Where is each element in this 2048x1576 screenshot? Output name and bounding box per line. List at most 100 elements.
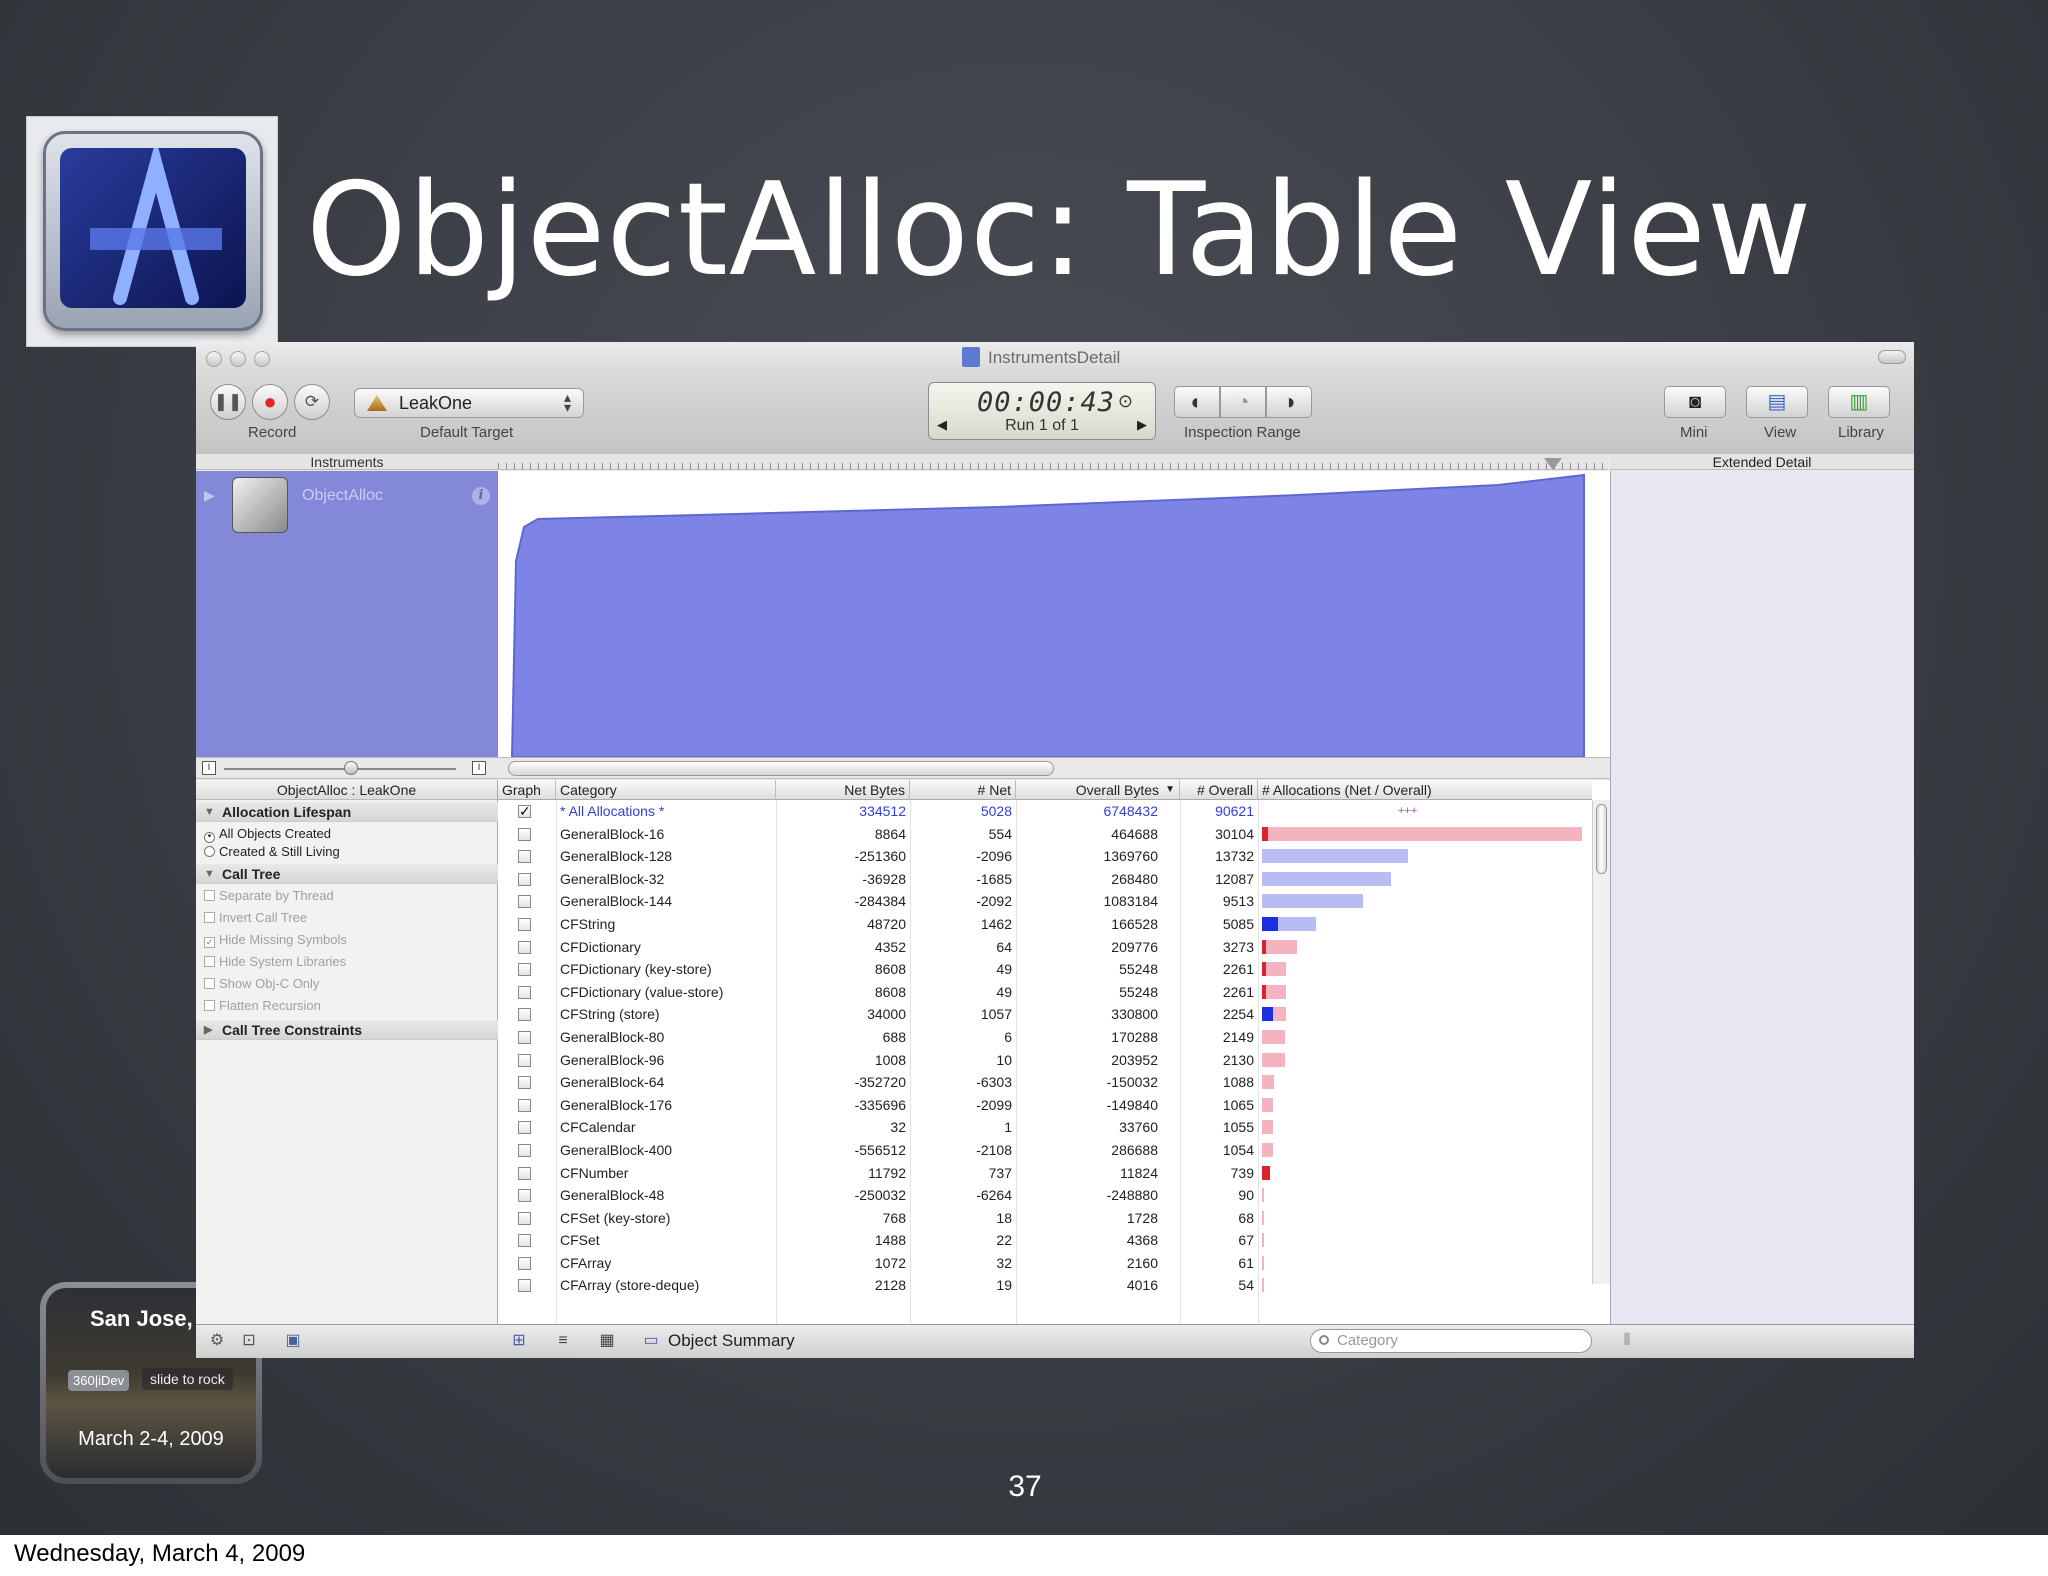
table-row[interactable]: CFString (store) 34000 1057 330800 2254 — [498, 1003, 1592, 1026]
radio-created-still-living[interactable]: Created & Still Living — [204, 844, 340, 859]
library-button[interactable]: ▥ — [1828, 386, 1890, 418]
resize-grip-icon[interactable]: ⦀ — [1614, 1329, 1640, 1353]
table-row[interactable]: GeneralBlock-176 -335696 -2099 -149840 1065 — [498, 1094, 1592, 1117]
table-row[interactable]: CFDictionary 4352 64 209776 3273 — [498, 936, 1592, 959]
graph-checkbox[interactable] — [518, 1234, 531, 1248]
next-run-button[interactable]: ▶ — [1137, 417, 1147, 433]
section-allocation-lifespan[interactable]: ▼ Allocation Lifespan — [196, 802, 498, 822]
inspection-clear-button[interactable]: ◔ — [1220, 386, 1266, 418]
outline-view-icon[interactable]: ≡ — [550, 1329, 576, 1353]
section-call-tree[interactable]: ▼ Call Tree — [196, 864, 498, 884]
table-row[interactable]: GeneralBlock-144 -284384 -2092 1083184 9513 — [498, 890, 1592, 913]
table-row[interactable]: CFArray (store-deque) 2128 19 4016 54 — [498, 1274, 1592, 1297]
zoom-out-icon[interactable]: I — [202, 761, 216, 775]
column-header-net[interactable]: # Net — [910, 780, 1016, 800]
graph-checkbox[interactable] — [518, 1143, 531, 1157]
graph-checkbox[interactable] — [518, 1053, 531, 1067]
table-row[interactable]: GeneralBlock-80 688 6 170288 2149 — [498, 1026, 1592, 1049]
capture-icon[interactable]: ⊡ — [236, 1329, 262, 1353]
table-row[interactable]: GeneralBlock-16 8864 554 464688 30104 — [498, 823, 1592, 846]
extended-detail-toggle-icon[interactable]: ▭ — [638, 1329, 664, 1353]
zoom-slider-knob[interactable] — [344, 761, 358, 775]
minimize-window-button[interactable] — [230, 351, 246, 367]
zoom-window-button[interactable] — [254, 351, 270, 367]
graph-checkbox[interactable] — [518, 895, 531, 909]
graph-checkbox[interactable] — [518, 940, 531, 954]
checkbox-separate-by-thread[interactable]: Separate by Thread — [204, 888, 334, 903]
table-row[interactable]: GeneralBlock-64 -352720 -6303 -150032 1088 — [498, 1071, 1592, 1094]
graph-checkbox[interactable] — [518, 1211, 531, 1225]
checkbox-hide-system-libraries[interactable]: Hide System Libraries — [204, 954, 346, 969]
allocation-graph[interactable] — [498, 471, 1908, 757]
graph-checkbox[interactable] — [518, 1256, 531, 1270]
table-row[interactable]: ✓ * All Allocations * 334512 5028 6748432 906… — [498, 800, 1592, 823]
table-row[interactable]: CFCalendar 32 1 33760 1055 — [498, 1116, 1592, 1139]
table-row[interactable]: CFSet 1488 22 4368 67 — [498, 1229, 1592, 1252]
mini-button[interactable]: ◙ — [1664, 386, 1726, 418]
table-view-icon[interactable]: ⊞ — [506, 1329, 532, 1353]
graph-checkbox[interactable] — [518, 827, 531, 841]
inspection-end-button[interactable]: ◑ — [1266, 386, 1312, 418]
record-button[interactable]: ● — [252, 384, 288, 420]
target-popup[interactable]: LeakOne ▴ ▾ — [354, 388, 584, 418]
graph-checkbox[interactable] — [518, 1076, 531, 1090]
graph-checkbox[interactable] — [518, 1098, 531, 1112]
timeline-ruler[interactable] — [498, 454, 1608, 470]
table-row[interactable]: CFNumber 11792 737 11824 739 — [498, 1162, 1592, 1185]
info-icon[interactable]: i — [472, 487, 490, 505]
graph-checkbox[interactable] — [518, 1279, 531, 1293]
breadcrumb[interactable]: Object Summary — [668, 1331, 795, 1351]
column-header-overall[interactable]: # Overall — [1180, 780, 1258, 800]
column-header-allocations[interactable]: # Allocations (Net / Overall) — [1258, 780, 1592, 800]
graph-checkbox[interactable] — [518, 1166, 531, 1180]
graph-checkbox[interactable] — [518, 917, 531, 931]
pause-button[interactable]: ❚❚ — [210, 384, 246, 420]
table-row[interactable]: GeneralBlock-32 -36928 -1685 268480 12087 — [498, 868, 1592, 891]
table-row[interactable]: CFDictionary (key-store) 8608 49 55248 2261 — [498, 958, 1592, 981]
section-call-tree-constraints[interactable]: ▶ Call Tree Constraints — [196, 1020, 498, 1040]
instrument-row-objectalloc[interactable]: ▶ ObjectAlloc i — [196, 471, 498, 757]
close-window-button[interactable] — [206, 351, 222, 367]
graph-checkbox[interactable] — [518, 985, 531, 999]
playhead-marker[interactable] — [1544, 458, 1562, 470]
loop-button[interactable]: ⟳ — [294, 384, 330, 420]
column-header-net-bytes[interactable]: Net Bytes — [776, 780, 910, 800]
gear-icon[interactable]: ⚙ — [204, 1329, 230, 1353]
graph-checkbox-checked[interactable]: ✓ — [518, 804, 531, 818]
detail-toggle-icon[interactable]: ▣ — [280, 1329, 306, 1353]
graph-checkbox[interactable] — [518, 872, 531, 886]
checkbox-flatten-recursion[interactable]: Flatten Recursion — [204, 998, 321, 1013]
table-row[interactable]: CFArray 1072 32 2160 61 — [498, 1252, 1592, 1275]
graph-checkbox[interactable] — [518, 1030, 531, 1044]
graph-checkbox[interactable] — [518, 1121, 531, 1135]
disclosure-triangle-icon[interactable]: ▶ — [204, 487, 215, 504]
view-button[interactable]: ▤ — [1746, 386, 1808, 418]
column-header-graph[interactable]: Graph — [498, 780, 556, 800]
toolbar-toggle-button[interactable] — [1878, 350, 1906, 364]
graph-checkbox[interactable] — [518, 963, 531, 977]
radio-all-objects-created[interactable]: • All Objects Created — [204, 826, 331, 843]
table-scroll-thumb[interactable] — [1596, 804, 1607, 874]
table-row[interactable]: CFDictionary (value-store) 8608 49 55248 226… — [498, 981, 1592, 1004]
graph-checkbox[interactable] — [518, 1189, 531, 1203]
table-vertical-scrollbar[interactable] — [1592, 800, 1610, 1284]
checkbox-hide-missing-symbols[interactable]: ✓ Hide Missing Symbols — [204, 932, 347, 948]
graph-checkbox[interactable] — [518, 850, 531, 864]
checkbox-invert-call-tree[interactable]: Invert Call Tree — [204, 910, 307, 925]
zoom-in-icon[interactable]: I — [472, 761, 486, 775]
track-zoom-slider[interactable] — [224, 768, 456, 770]
column-header-category[interactable]: Category — [556, 780, 776, 800]
column-header-overall-bytes[interactable]: Overall Bytes ▼ — [1016, 780, 1180, 800]
search-field[interactable]: Category — [1310, 1329, 1592, 1353]
graph-horizontal-scrollbar[interactable] — [508, 761, 1054, 776]
table-row[interactable]: GeneralBlock-48 -250032 -6264 -248880 90 — [498, 1184, 1592, 1207]
graph-checkbox[interactable] — [518, 1008, 531, 1022]
checkbox-show-objc-only[interactable]: Show Obj-C Only — [204, 976, 319, 991]
table-row[interactable]: GeneralBlock-96 1008 10 203952 2130 — [498, 1049, 1592, 1072]
table-row[interactable]: GeneralBlock-128 -251360 -2096 1369760 13732 — [498, 845, 1592, 868]
inspection-start-button[interactable]: ◐ — [1174, 386, 1220, 418]
diagram-view-icon[interactable]: ▦ — [594, 1329, 620, 1353]
table-row[interactable]: CFString 48720 1462 166528 5085 — [498, 913, 1592, 936]
table-row[interactable]: GeneralBlock-400 -556512 -2108 286688 1054 — [498, 1139, 1592, 1162]
table-row[interactable]: CFSet (key-store) 768 18 1728 68 — [498, 1207, 1592, 1230]
